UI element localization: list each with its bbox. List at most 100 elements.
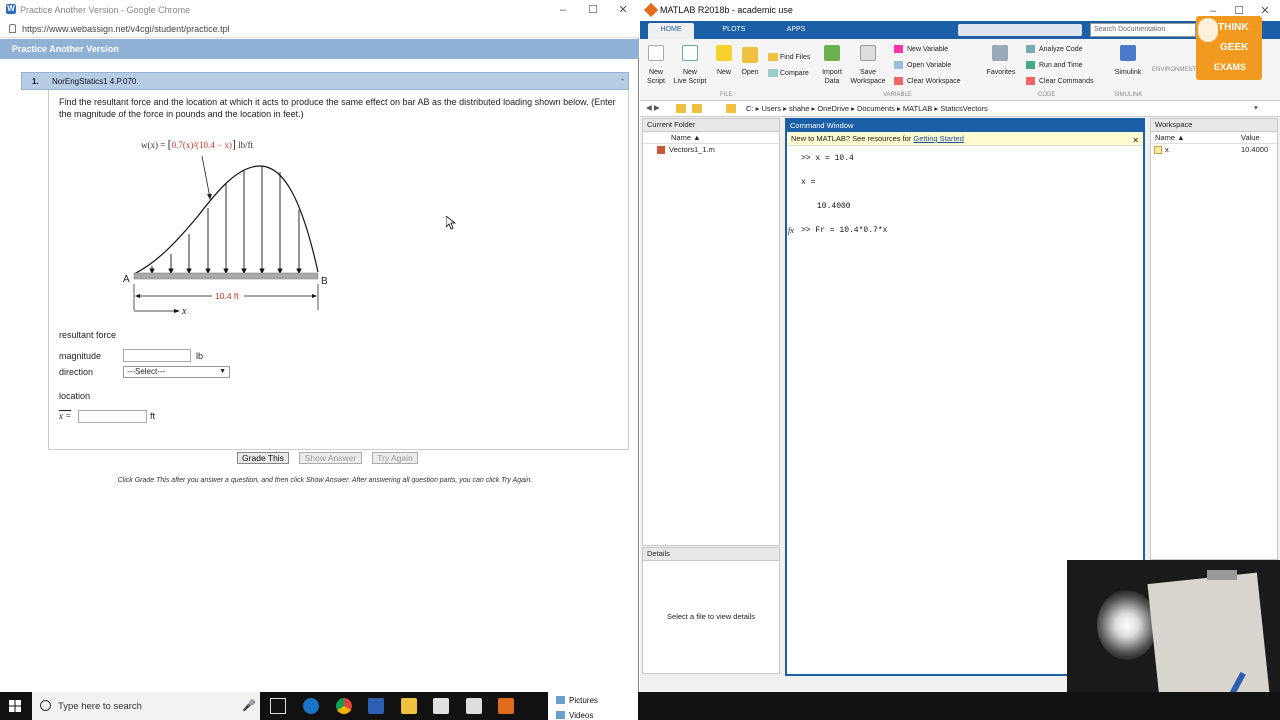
path-breadcrumb[interactable]: C: ▸ Users ▸ shahe ▸ OneDrive ▸ Document…: [746, 104, 988, 113]
location-input[interactable]: [78, 410, 147, 423]
workspace-column-header[interactable]: Name ▲ Value: [1151, 132, 1277, 144]
url-text[interactable]: https://www.webassign.net/v4cgi/student/…: [22, 24, 230, 34]
logo-text-think: THINK: [1218, 22, 1249, 33]
logo-text-exams: EXAMS: [1214, 62, 1247, 72]
try-again-button[interactable]: Try Again: [372, 452, 418, 464]
clear-workspace-button[interactable]: Clear Workspace: [907, 77, 961, 86]
mail-icon[interactable]: [466, 698, 482, 714]
new-variable-button[interactable]: New Variable: [907, 45, 948, 54]
group-code: CODE: [1038, 92, 1056, 98]
windows-start-icon[interactable]: [9, 700, 21, 712]
collapse-button[interactable]: -: [621, 75, 624, 84]
clear-commands-button[interactable]: Clear Commands: [1039, 77, 1093, 86]
list-item[interactable]: Vectors1_1.m: [643, 144, 779, 156]
import-data-icon[interactable]: [824, 45, 840, 61]
minimize-icon[interactable]: –: [548, 2, 578, 18]
taskbar-search-box[interactable]: Type here to search 🎤: [32, 692, 260, 720]
maximize-icon[interactable]: ☐: [578, 2, 608, 18]
path-segment[interactable]: C:: [746, 104, 754, 113]
load-arrows: [149, 166, 302, 275]
variable-name[interactable]: x: [1165, 144, 1169, 156]
tab-apps[interactable]: APPS: [776, 23, 816, 39]
quick-access-toolbar[interactable]: [958, 24, 1082, 36]
save-workspace-button[interactable]: Save Workspace: [848, 68, 888, 86]
ws-col-name[interactable]: Name ▲: [1155, 132, 1185, 144]
find-files-button[interactable]: Find Files: [780, 53, 810, 62]
search-documentation-input[interactable]: Search Documentation: [1090, 23, 1196, 37]
tab-home[interactable]: HOME: [648, 23, 694, 39]
direction-select[interactable]: ---Select--- ▼: [123, 366, 230, 378]
open-variable-button[interactable]: Open Variable: [907, 61, 951, 70]
powershell-icon[interactable]: [368, 698, 384, 714]
search-placeholder: Type here to search: [58, 701, 142, 712]
open-button[interactable]: Open: [738, 68, 762, 77]
group-simulink: SIMULINK: [1114, 92, 1143, 98]
new-script-button[interactable]: New Script: [642, 68, 670, 86]
back-icon[interactable]: ◀ ▶: [646, 103, 660, 112]
pictures-item[interactable]: Pictures: [569, 696, 598, 705]
close-icon[interactable]: ✕: [608, 2, 638, 18]
root-folder-icon: [726, 104, 736, 113]
workspace-pane: Workspace Name ▲ Value x 10.4000: [1150, 118, 1278, 560]
new-script-icon[interactable]: [648, 45, 664, 61]
folder-up-icon[interactable]: [676, 104, 686, 113]
show-answer-button[interactable]: Show Answer: [299, 452, 362, 464]
variable-icon: [1154, 146, 1162, 154]
path-segment[interactable]: OneDrive: [817, 104, 849, 113]
import-data-button[interactable]: Import Data: [816, 68, 848, 86]
videos-item[interactable]: Videos: [569, 711, 593, 720]
store-icon[interactable]: [433, 698, 449, 714]
output-value: 10.4000: [817, 202, 851, 211]
new-live-script-icon[interactable]: [682, 45, 698, 61]
new-icon[interactable]: [716, 45, 732, 61]
microphone-icon[interactable]: 🎤: [242, 699, 256, 712]
command-prompt-input[interactable]: >> Fr = 10.4*0.7*x: [801, 226, 887, 235]
matlab-title-bar: MATLAB R2018b - academic use – ☐ ✕: [640, 0, 1280, 21]
notice-text: New to MATLAB? See resources for: [791, 134, 914, 143]
new-live-script-button[interactable]: New Live Script: [670, 68, 710, 86]
task-view-icon[interactable]: [270, 698, 286, 714]
file-name[interactable]: Vectors1_1.m: [669, 145, 715, 154]
path-segment[interactable]: MATLAB: [903, 104, 932, 113]
grade-this-button[interactable]: Grade This: [237, 452, 289, 464]
favorites-icon[interactable]: [992, 45, 1008, 61]
folder-column-header[interactable]: Name ▲: [643, 132, 779, 144]
close-notice-icon[interactable]: ✕: [1132, 134, 1139, 148]
command-line: >> x = 10.4: [801, 154, 854, 163]
distributed-load-diagram: A B 10.4 ft x: [123, 155, 328, 317]
point-b-label: B: [321, 276, 328, 287]
ws-col-value[interactable]: Value: [1241, 132, 1260, 144]
details-header: Details: [643, 548, 779, 561]
new-variable-icon: [894, 45, 903, 53]
table-row[interactable]: x 10.4000: [1151, 144, 1277, 156]
edge-icon[interactable]: [303, 698, 319, 714]
folder-col-name[interactable]: Name ▲: [671, 133, 701, 142]
magnitude-input[interactable]: [123, 349, 191, 362]
path-segment[interactable]: shahe: [789, 104, 809, 113]
fx-icon[interactable]: fx: [788, 226, 794, 235]
favorites-button[interactable]: Favorites: [984, 68, 1018, 77]
chrome-icon[interactable]: [336, 698, 352, 714]
getting-started-link[interactable]: Getting Started: [913, 134, 963, 143]
path-segment[interactable]: Users: [761, 104, 781, 113]
browse-folder-icon[interactable]: [692, 104, 702, 113]
tab-plots[interactable]: PLOTS: [714, 23, 754, 39]
simulink-button[interactable]: Simulink: [1110, 68, 1146, 77]
environment-group[interactable]: ENVIRONMENT: [1152, 66, 1196, 75]
analyze-code-button[interactable]: Analyze Code: [1039, 45, 1083, 54]
new-button[interactable]: New: [712, 68, 736, 77]
instruction-hint: Click Grade This after you answer a ques…: [117, 477, 533, 484]
open-folder-icon[interactable]: [742, 47, 758, 63]
compare-button[interactable]: Compare: [780, 69, 809, 78]
file-explorer-icon[interactable]: [401, 698, 417, 714]
path-segment[interactable]: Documents: [857, 104, 895, 113]
run-and-time-button[interactable]: Run and Time: [1039, 61, 1083, 70]
simulink-icon[interactable]: [1120, 45, 1136, 61]
path-segment[interactable]: StaticsVectors: [940, 104, 988, 113]
path-dropdown-icon[interactable]: ▾: [1254, 103, 1258, 112]
matlab-taskbar-icon[interactable]: [498, 698, 514, 714]
current-folder-path-bar[interactable]: ◀ ▶ C: ▸ Users ▸ shahe ▸ OneDrive ▸ Docu…: [640, 101, 1280, 117]
address-bar[interactable]: https://www.webassign.net/v4cgi/student/…: [0, 20, 639, 38]
variable-value: 10.4000: [1241, 145, 1269, 154]
save-workspace-icon[interactable]: [860, 45, 876, 61]
